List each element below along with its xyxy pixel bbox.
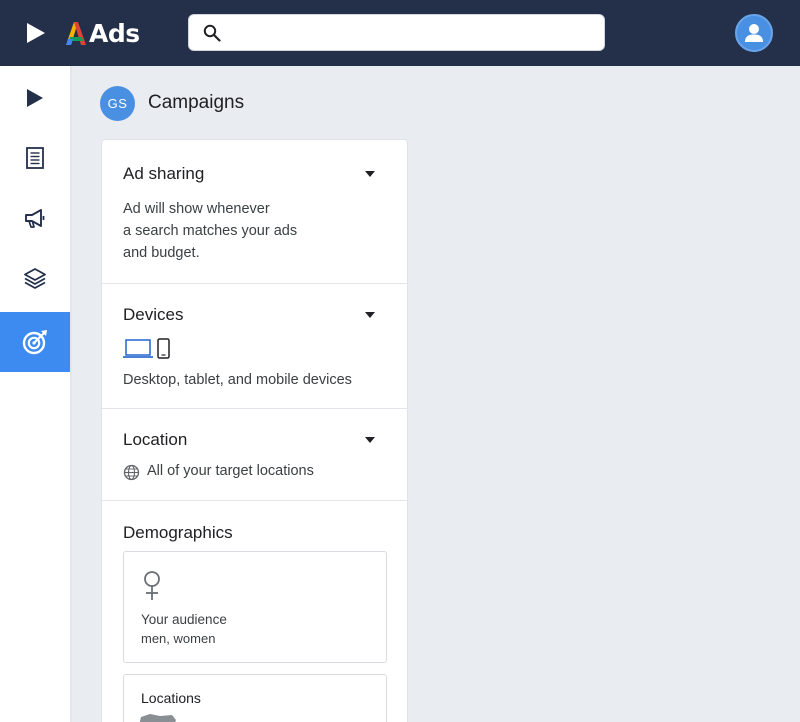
ad-sharing-description: Ad will show whenever a search matches y… <box>123 198 297 264</box>
location-section: Location All of your target locations <box>102 409 407 501</box>
search-input[interactable] <box>233 21 593 45</box>
audience-value: men, women <box>141 631 216 646</box>
rail-item-reports[interactable] <box>0 128 70 188</box>
ads-logo-mark-icon <box>66 22 86 45</box>
chevron-down-icon[interactable] <box>364 311 376 319</box>
user-icon <box>745 24 763 42</box>
logo-text: Ads <box>89 18 140 48</box>
rail-item-targeting[interactable] <box>0 312 70 372</box>
search-icon <box>203 24 221 42</box>
ad-sharing-title[interactable]: Ad sharing <box>123 164 204 184</box>
ads-logo[interactable]: Ads <box>64 16 140 50</box>
rail-item-layers[interactable] <box>0 248 70 308</box>
description-line: a search matches your ads <box>123 223 298 239</box>
map-icon <box>139 714 176 722</box>
laptop-phone-icon <box>123 338 170 359</box>
audience-label: Your audience <box>141 612 227 627</box>
left-nav-rail <box>0 66 70 722</box>
account-avatar[interactable] <box>735 14 773 52</box>
devices-section: Devices Desktop, tablet, and mobile devi… <box>102 284 407 409</box>
location-description: All of your target locations <box>147 463 314 479</box>
description-line: Ad will show whenever <box>123 201 270 217</box>
rail-item-campaigns[interactable] <box>0 188 70 248</box>
chevron-down-icon[interactable] <box>364 436 376 444</box>
megaphone-icon <box>25 209 45 228</box>
globe-icon <box>123 464 140 481</box>
play-icon <box>27 89 43 107</box>
locations-label: Locations <box>141 690 201 706</box>
search-box[interactable] <box>188 14 605 51</box>
locations-box[interactable]: Locations <box>123 674 387 722</box>
ad-sharing-section: Ad sharing Ad will show whenever a searc… <box>102 140 407 284</box>
audience-box[interactable]: Your audience men, women <box>123 551 387 663</box>
layers-icon <box>24 268 46 289</box>
location-title[interactable]: Location <box>123 430 187 450</box>
top-bar: Ads <box>0 0 800 66</box>
target-icon <box>22 330 47 355</box>
description-line: and budget. <box>123 245 200 261</box>
page-title: Campaigns <box>148 92 245 113</box>
targeting-card: Ad sharing Ad will show whenever a searc… <box>101 139 408 722</box>
play-icon[interactable] <box>25 21 47 45</box>
campaign-avatar: GS <box>100 86 135 121</box>
demographics-section: Demographics Your audience men, women Lo… <box>102 501 407 722</box>
female-icon <box>144 571 160 600</box>
rail-item-overview[interactable] <box>0 68 70 128</box>
document-icon <box>26 147 44 169</box>
demographics-title: Demographics <box>123 523 233 542</box>
devices-description: Desktop, tablet, and mobile devices <box>123 372 352 388</box>
devices-title[interactable]: Devices <box>123 305 183 325</box>
chevron-down-icon[interactable] <box>364 170 376 178</box>
